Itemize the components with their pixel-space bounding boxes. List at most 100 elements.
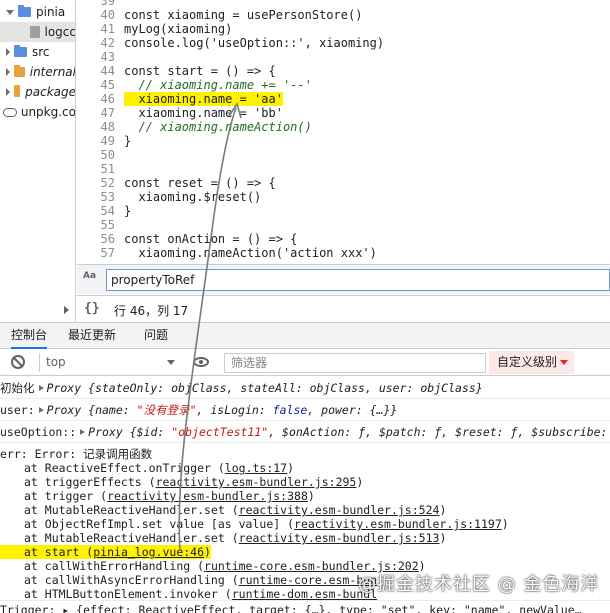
console-message[interactable]: Trigger: ▸ {effect: ReactiveEffect, targ… — [0, 603, 610, 613]
line-number[interactable]: 49 — [77, 134, 115, 148]
stack-frame: at start (pinia_log.vue:46) — [0, 545, 211, 559]
expand-icon[interactable] — [38, 407, 44, 413]
line-number[interactable]: 44 — [77, 64, 115, 78]
chevron-down-icon — [560, 360, 568, 365]
frame-function: at ObjectRefImpl.set value [as value] ( — [24, 517, 295, 531]
folder-icon — [14, 45, 27, 57]
frame-end: ) — [287, 461, 295, 475]
line-number[interactable]: 55 — [77, 218, 115, 232]
console-toolbar: top 自定义级别 — [0, 349, 610, 376]
chevron-right-icon[interactable] — [6, 68, 10, 76]
code-line[interactable]: 49} — [77, 134, 610, 148]
search-input[interactable] — [106, 269, 610, 291]
context-select[interactable]: top — [39, 353, 179, 372]
line-number[interactable]: 54 — [77, 204, 115, 218]
code-line[interactable]: 54} — [77, 204, 610, 218]
code-line[interactable]: 56 const onAction = () => { — [77, 232, 610, 246]
code-line[interactable]: 45 // xiaoming.name += '--' — [77, 78, 610, 92]
source-link[interactable]: pinia_log.vue:46 — [93, 545, 204, 559]
scroll-right-icon[interactable] — [64, 306, 69, 314]
filter-input[interactable] — [224, 353, 486, 373]
line-number[interactable]: 47 — [77, 106, 115, 120]
pretty-print-icon[interactable]: {} — [84, 301, 100, 316]
tree-item-src[interactable]: src — [0, 42, 75, 62]
chevron-down-icon[interactable] — [6, 9, 14, 15]
chevron-right-icon[interactable] — [6, 48, 10, 56]
source-link[interactable]: reactivity.esm-bundler.js:388 — [107, 489, 308, 503]
tab-changes[interactable]: 最近更新 — [68, 323, 116, 349]
line-number[interactable]: 57 — [77, 246, 115, 260]
match-case-icon[interactable]: Aa — [83, 272, 101, 288]
line-number[interactable]: 42 — [77, 36, 115, 50]
eye-icon[interactable] — [193, 357, 209, 367]
code-line[interactable]: 44 const start = () => { — [77, 64, 610, 78]
tab-console[interactable]: 控制台 — [11, 323, 48, 349]
stack-frame: at MutableReactiveHandler.set (reactivit… — [0, 531, 446, 545]
source-link[interactable]: reactivity.esm-bundler.js:524 — [239, 503, 440, 517]
frame-end: ) — [204, 545, 211, 559]
tree-item-pinia[interactable]: pinia — [0, 2, 75, 22]
log-object[interactable]: Proxy {$id: "objectTest11", $onAction: ƒ… — [88, 425, 610, 439]
stack-frame: at MutableReactiveHandler.set (reactivit… — [0, 503, 446, 517]
stack-frame-text: at MutableReactiveHandler.set (reactivit… — [0, 531, 446, 545]
code-line[interactable]: 43 — [77, 50, 610, 64]
code-line[interactable]: 57 xiaoming.nameAction('action xxx') — [77, 246, 610, 260]
code-text: console.log('useOption::', xiaoming) — [124, 36, 385, 50]
line-number[interactable]: 39 — [77, 0, 115, 8]
code-line[interactable]: 41 myLog(xiaoming) — [77, 22, 610, 36]
chevron-right-icon[interactable] — [6, 88, 10, 96]
line-number[interactable]: 56 — [77, 232, 115, 246]
line-number[interactable]: 46 — [77, 92, 115, 106]
stack-frame-text: at ReactiveEffect.onTrigger (log.ts:17) — [0, 461, 294, 475]
frame-function: at MutableReactiveHandler.set ( — [24, 531, 239, 545]
source-link[interactable]: log.ts:17 — [225, 461, 287, 475]
line-number[interactable]: 45 — [77, 78, 115, 92]
line-number[interactable]: 40 — [77, 8, 115, 22]
line-number[interactable]: 48 — [77, 120, 115, 134]
line-number[interactable]: 43 — [77, 50, 115, 64]
log-object[interactable]: Proxy {name: "没有登录", isLogin: false, pow… — [47, 403, 398, 417]
code-line[interactable]: 42 console.log('useOption::', xiaoming) — [77, 36, 610, 50]
clear-console-icon[interactable] — [11, 355, 25, 369]
console-message: useOption:: Proxy {$id: "objectTest11", $… — [0, 421, 610, 443]
tab-issues[interactable]: 问题 — [144, 323, 168, 349]
code-line[interactable]: 40 const xiaoming = usePersonStore() — [77, 8, 610, 22]
code-line[interactable]: 51 — [77, 162, 610, 176]
log-string: "objectTest11" — [171, 425, 269, 439]
log-levels-label: 自定义级别 — [497, 355, 558, 369]
tree-item-unpkg[interactable]: unpkg.co — [0, 102, 75, 122]
source-link[interactable]: reactivity.esm-bundler.js:513 — [239, 531, 440, 545]
expand-icon[interactable] — [38, 385, 44, 391]
code-line[interactable]: 55 — [77, 218, 610, 232]
code-line[interactable]: 47 xiaoming.name = 'bb' — [77, 106, 610, 120]
source-link[interactable]: runtime-dom.esm-bundl — [232, 587, 377, 601]
code-text: xiaoming.name = 'bb' — [124, 106, 283, 120]
line-number[interactable]: 50 — [77, 148, 115, 162]
stack-frame-text: at triggerEffects (reactivity.esm-bundle… — [0, 475, 363, 489]
code-line[interactable]: 48 // xiaoming.nameAction() — [77, 120, 610, 134]
log-prefix: useOption:: — [0, 425, 77, 439]
code-text: myLog(xiaoming) — [124, 22, 233, 36]
code-line[interactable]: 46 xiaoming.name = 'aa' — [77, 92, 610, 106]
line-number[interactable]: 51 — [77, 162, 115, 176]
code-line[interactable]: 52 const reset = () => { — [77, 176, 610, 190]
line-number[interactable]: 52 — [77, 176, 115, 190]
line-number[interactable]: 53 — [77, 190, 115, 204]
log-object[interactable]: Proxy {stateOnly: objClass, stateAll: ob… — [47, 381, 483, 395]
line-number[interactable]: 41 — [77, 22, 115, 36]
source-link[interactable]: reactivity.esm-bundler.js:295 — [156, 475, 357, 489]
code-line[interactable]: 50 — [77, 148, 610, 162]
code-text: const reset = () => { — [124, 176, 276, 190]
code-line[interactable]: 39 — [77, 0, 610, 8]
tree-item-package[interactable]: package — [0, 82, 75, 102]
folder-icon — [14, 85, 21, 97]
log-levels-select[interactable]: 自定义级别 — [489, 351, 574, 374]
code-line[interactable]: 53 xiaoming.$reset() — [77, 190, 610, 204]
code-editor[interactable]: 39 40 const xiaoming = usePersonStore() 41 m… — [77, 0, 610, 264]
tree-item-logcc[interactable]: logcc — [0, 22, 75, 42]
expand-icon[interactable] — [80, 429, 86, 435]
chevron-down-icon — [167, 360, 175, 365]
source-link[interactable]: runtime-core.esm-bun — [239, 573, 377, 587]
tree-item-internal[interactable]: internal — [0, 62, 75, 82]
source-link[interactable]: reactivity.esm-bundler.js:1197 — [294, 517, 502, 531]
